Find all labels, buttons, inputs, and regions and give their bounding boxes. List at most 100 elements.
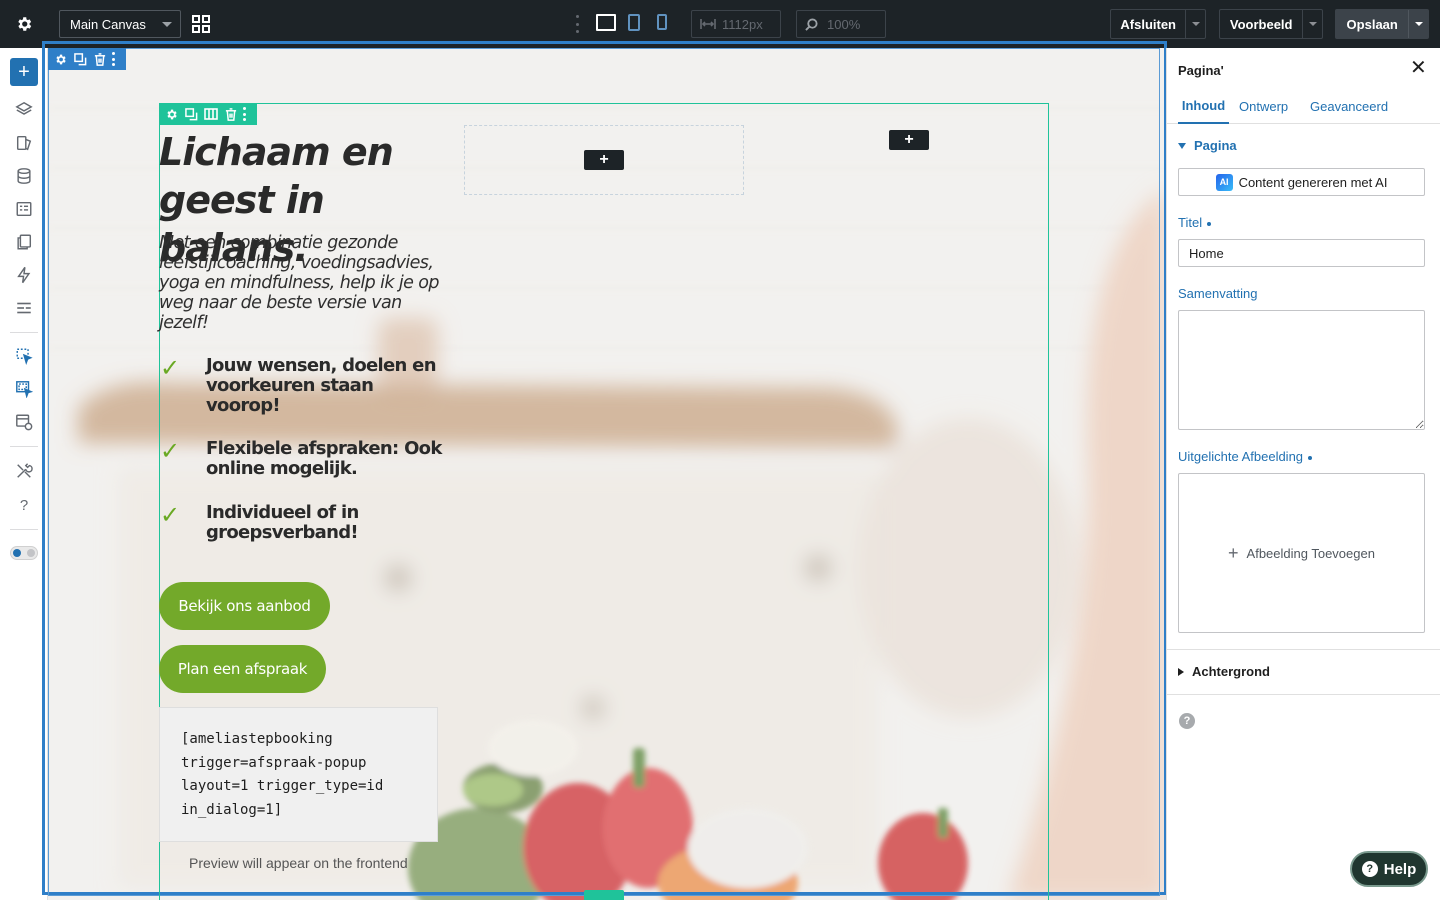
trash-icon[interactable]	[92, 51, 108, 67]
close-button-group: Afsluiten	[1110, 9, 1206, 39]
tab-design[interactable]: Ontwerp	[1239, 88, 1288, 124]
hero-subtitle[interactable]: Met een combinatie gezonde leefstijlcoac…	[159, 233, 449, 333]
tablet-icon[interactable]	[628, 14, 640, 31]
caret-down-icon	[1178, 142, 1186, 149]
book-appointment-button[interactable]: Plan een afspraak	[159, 645, 326, 693]
zoom-field[interactable]: 100%	[796, 10, 886, 38]
tools-icon[interactable]	[14, 461, 34, 481]
gear-icon[interactable]	[52, 51, 68, 67]
shortcode-line: layout=1 trigger_type=id	[181, 778, 384, 794]
top-toolbar: Main Canvas 1112px 100% Afsluiten Voorbe…	[0, 0, 1440, 48]
accordion-page[interactable]: Pagina	[1178, 138, 1237, 153]
checklist-item[interactable]: ✓ Jouw wensen, doelen en voorkeuren staa…	[160, 356, 446, 416]
database-icon[interactable]	[14, 166, 34, 186]
dynamic-dot-icon	[1308, 455, 1313, 460]
arrows-horizontal-icon	[700, 18, 716, 33]
view-offer-button[interactable]: Bekijk ons aanbod	[159, 582, 330, 630]
preview-dropdown-icon[interactable]	[1302, 10, 1322, 38]
help-button[interactable]: ? Help	[1350, 851, 1428, 887]
sidebar-divider	[10, 446, 38, 447]
template-preview-icon[interactable]	[14, 412, 34, 432]
lightning-icon[interactable]	[14, 265, 34, 285]
preview-button[interactable]: Voorbeeld	[1220, 10, 1302, 38]
plus-icon: +	[1228, 543, 1239, 563]
featured-image-label: Uitgelichte Afbeelding	[1178, 449, 1313, 464]
question-circle-icon[interactable]: ?	[1179, 713, 1195, 729]
checklist-text: Individueel of in groepsverband!	[206, 502, 359, 543]
layers-icon[interactable]	[14, 100, 34, 120]
save-button-group: Opslaan	[1335, 9, 1429, 39]
pages-icon[interactable]	[14, 232, 34, 252]
close-icon[interactable]: ✕	[1410, 58, 1427, 78]
settings-gear-icon[interactable]	[0, 0, 48, 48]
columns-icon[interactable]	[203, 106, 219, 122]
duplicate-icon[interactable]	[72, 51, 88, 67]
gear-icon[interactable]	[163, 106, 179, 122]
caret-right-icon	[1178, 667, 1184, 676]
accordion-background[interactable]: Achtergrond	[1178, 664, 1270, 679]
accordion-page-label: Pagina	[1194, 138, 1237, 153]
preview-button-group: Voorbeeld	[1219, 9, 1323, 39]
close-dropdown-icon[interactable]	[1185, 10, 1205, 38]
check-icon: ✓	[160, 354, 181, 382]
add-block-button[interactable]: +	[584, 150, 624, 170]
more-options-icon[interactable]	[243, 107, 247, 121]
summary-label: Samenvatting	[1178, 286, 1258, 301]
more-options-icon[interactable]	[112, 52, 116, 66]
select-parent-icon[interactable]	[14, 379, 34, 399]
canvas-select[interactable]: Main Canvas	[59, 10, 181, 38]
canvas-select-value: Main Canvas	[70, 16, 146, 32]
accordion-background-label: Achtergrond	[1192, 664, 1270, 679]
duplicate-icon[interactable]	[183, 106, 199, 122]
desktop-icon[interactable]	[596, 14, 616, 31]
close-button[interactable]: Afsluiten	[1111, 10, 1185, 38]
template-icon[interactable]	[14, 298, 34, 318]
drag-handle-icon[interactable]	[574, 15, 580, 33]
question-icon: ?	[1361, 861, 1378, 877]
left-sidebar: + ?	[0, 48, 48, 900]
style-icon[interactable]	[14, 133, 34, 153]
title-label-text: Titel	[1178, 215, 1203, 230]
form-icon[interactable]	[14, 199, 34, 219]
add-image-button[interactable]: + Afbeelding Toevoegen	[1178, 473, 1425, 633]
featured-image-label-text: Uitgelichte Afbeelding	[1178, 449, 1304, 464]
hero-heading-line: Lichaam en	[159, 130, 394, 174]
generate-ai-content-button[interactable]: AI Content genereren met AI	[1178, 168, 1425, 196]
theme-toggle[interactable]	[10, 546, 38, 560]
mobile-icon[interactable]	[657, 14, 667, 30]
ai-icon: AI	[1215, 173, 1233, 191]
zoom-value: 100%	[827, 16, 861, 32]
add-image-label: Afbeelding Toevoegen	[1246, 545, 1375, 561]
canvas-width-value: 1112px	[722, 16, 763, 32]
title-input[interactable]	[1178, 239, 1425, 267]
shortcode-block[interactable]: [ameliastepbooking trigger=afspraak-popu…	[159, 707, 438, 842]
ai-button-label: Content genereren met AI	[1238, 174, 1388, 190]
shortcode-line: [ameliastepbooking	[181, 731, 333, 747]
help-question-icon[interactable]: ?	[14, 495, 34, 515]
panel-divider	[1167, 649, 1440, 650]
add-block-button[interactable]: +	[889, 130, 929, 150]
sidebar-divider	[10, 332, 38, 333]
settings-panel: Pagina' ✕ Inhoud Ontwerp Geavanceerd Pag…	[1166, 48, 1440, 900]
panel-divider	[1167, 694, 1440, 695]
dynamic-dot-icon	[1207, 221, 1212, 226]
tab-advanced[interactable]: Geavanceerd	[1310, 88, 1388, 124]
checklist-text: Flexibele afspraken: Ook online mogelijk…	[206, 438, 442, 479]
checklist-text: Jouw wensen, doelen en voorkeuren staan …	[206, 355, 437, 416]
section-toolbar	[48, 48, 126, 70]
trash-icon[interactable]	[223, 106, 239, 122]
checklist-item[interactable]: ✓ Individueel of in groepsverband!	[160, 503, 446, 543]
grid-icon[interactable]	[191, 14, 211, 34]
canvas-width-field[interactable]: 1112px	[691, 10, 781, 38]
tab-content[interactable]: Inhoud	[1178, 88, 1229, 124]
chevron-down-icon	[162, 22, 172, 27]
save-button[interactable]: Opslaan	[1336, 10, 1408, 38]
summary-textarea[interactable]	[1178, 310, 1425, 430]
checklist-item[interactable]: ✓ Flexibele afspraken: Ook online mogeli…	[160, 439, 446, 479]
select-element-icon[interactable]	[14, 346, 34, 366]
search-icon	[805, 18, 818, 34]
save-dropdown-icon[interactable]	[1408, 10, 1428, 38]
help-label: Help	[1383, 860, 1417, 878]
resize-handle[interactable]	[584, 890, 624, 900]
add-element-button[interactable]: +	[10, 58, 38, 86]
